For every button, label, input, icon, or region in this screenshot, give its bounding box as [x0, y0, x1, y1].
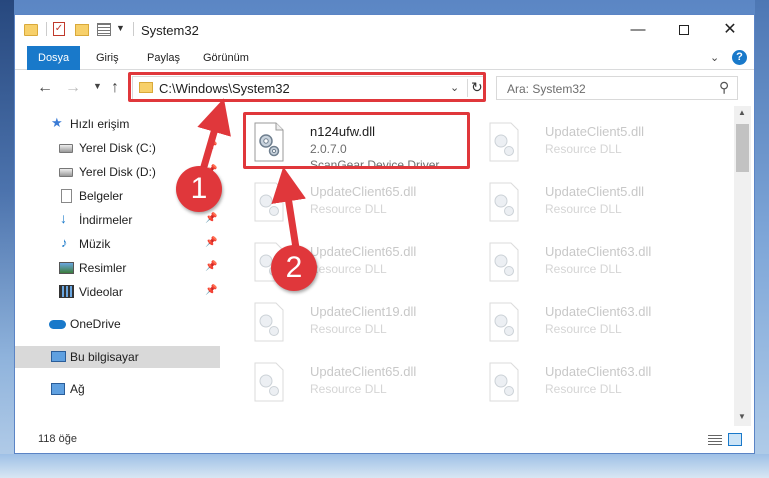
- step-1-badge: 1: [176, 166, 222, 212]
- step-2-badge: 2: [271, 245, 317, 291]
- arrow-to-address-bar: [197, 98, 231, 171]
- arrow-to-file: [271, 166, 306, 249]
- annotation-arrows: [197, 98, 306, 249]
